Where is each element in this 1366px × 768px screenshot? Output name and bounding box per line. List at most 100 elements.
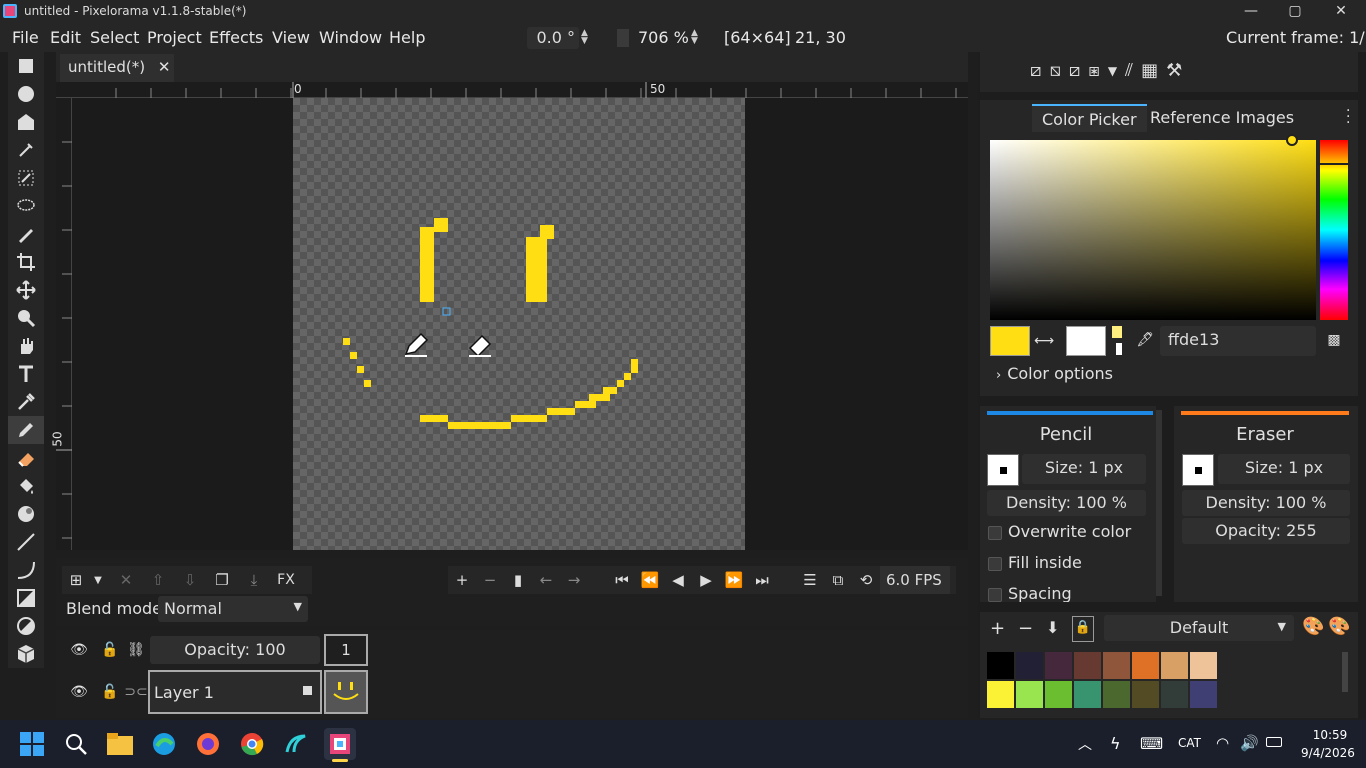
eraser-size-field[interactable]: Size: 1 px [1218, 454, 1350, 484]
remove-palette-icon[interactable]: − [1018, 618, 1033, 639]
saturation-value-picker[interactable] [990, 140, 1316, 320]
menu-effects[interactable]: Effects [209, 28, 263, 47]
lock-icon[interactable]: 🔓 [96, 642, 124, 658]
palette-swatch[interactable] [1074, 681, 1101, 708]
palette-swatch[interactable] [1132, 681, 1159, 708]
zoom-icon[interactable] [8, 304, 44, 332]
palette-select[interactable]: Default ▼ [1104, 615, 1294, 641]
fill-inside-checkbox[interactable] [988, 556, 1002, 571]
bucket-icon[interactable] [8, 472, 44, 500]
blend-mode-select[interactable]: Normal ▼ [158, 596, 308, 622]
text-icon[interactable] [8, 360, 44, 388]
mirror-xy-icon[interactable]: ⧆ [1088, 60, 1099, 81]
pencil-brush-button[interactable] [987, 454, 1019, 486]
menu-view[interactable]: View [272, 28, 310, 47]
layer-fx-button[interactable]: FX [272, 566, 300, 594]
pixelorama-taskbar-icon[interactable] [324, 728, 356, 760]
palette-swatch[interactable] [1103, 652, 1130, 679]
palette-swatch[interactable] [987, 652, 1014, 679]
palette-edit-icon[interactable]: 🎨 [1302, 616, 1324, 637]
isometric-box-icon[interactable] [8, 640, 44, 668]
mirror-diagonal-icon[interactable]: ⧅ [1049, 60, 1060, 81]
hex-input[interactable]: ffde13 [1160, 326, 1316, 356]
zoom-slider-handle[interactable] [617, 29, 629, 47]
close-window-button[interactable]: ✕ [1318, 0, 1364, 24]
language-indicator[interactable]: CAT [1178, 736, 1201, 750]
rectangle-icon[interactable] [8, 584, 44, 612]
palette-swatch[interactable] [1190, 652, 1217, 679]
layer-1-button[interactable]: Layer 1 [148, 670, 322, 714]
menu-window[interactable]: Window [319, 28, 382, 47]
dynamics-icon[interactable]: ⚒ [1166, 60, 1182, 81]
chevron-down-icon[interactable]: ▼ [90, 566, 106, 594]
spacing-option[interactable]: Spacing [988, 584, 1072, 602]
pencil-density-field[interactable]: Density: 100 % [987, 490, 1146, 516]
palette-add-color-icon[interactable]: 🎨 [1328, 616, 1350, 637]
picker-handle[interactable] [1286, 134, 1298, 146]
start-button[interactable] [16, 728, 48, 760]
polygon-select-icon[interactable] [8, 108, 44, 136]
pencil-panel-scrollbar[interactable] [1156, 410, 1162, 596]
tray-app-icon[interactable]: ϟ [1110, 734, 1121, 753]
pencil-size-field[interactable]: Size: 1 px [1022, 454, 1146, 484]
palette-scrollbar[interactable] [1342, 652, 1348, 692]
next-frame-icon[interactable]: ⏩ [720, 566, 748, 594]
rotation-field[interactable]: 0.0 ° [527, 27, 579, 49]
hue-slider[interactable] [1320, 140, 1348, 320]
fps-field[interactable]: 6.0 FPS [880, 566, 950, 594]
remove-layer-icon[interactable]: ✕ [112, 566, 140, 594]
crop-icon[interactable] [8, 248, 44, 276]
edge-icon[interactable] [148, 728, 180, 760]
eyedropper-icon[interactable]: 🖋 [1134, 326, 1156, 356]
mirror-y-icon[interactable]: ⧄ [1069, 60, 1080, 81]
wifi-icon[interactable]: ◠ [1216, 734, 1229, 752]
play-forward-icon[interactable]: ▶ [692, 566, 720, 594]
maximize-button[interactable]: ▢ [1272, 0, 1318, 24]
palette-swatch[interactable] [1016, 652, 1043, 679]
zoom-spin-icon[interactable]: ▲ ▼ [691, 29, 698, 46]
clock-date[interactable]: 9/4/2026 [1296, 746, 1360, 760]
left-color-swatch[interactable] [990, 326, 1030, 356]
swap-colors-icon[interactable]: ⟷ [1034, 333, 1054, 349]
palette-lock-icon[interactable]: 🔒 [1072, 616, 1094, 642]
spacing-checkbox[interactable] [988, 587, 1002, 602]
palette-swatch[interactable] [1132, 652, 1159, 679]
paint-select-icon[interactable] [8, 220, 44, 248]
onion-skin-icon[interactable]: ⧉ [824, 566, 852, 594]
rectangle-select-icon[interactable] [8, 52, 44, 80]
magic-wand-icon[interactable] [8, 164, 44, 192]
overwrite-color-checkbox[interactable] [988, 525, 1002, 540]
color-options-toggle[interactable]: › Color options [996, 364, 1113, 383]
eraser-density-field[interactable]: Density: 100 % [1182, 490, 1350, 516]
firefox-icon[interactable] [192, 728, 224, 760]
more-options-icon[interactable]: · · · [1346, 104, 1350, 130]
color-mode-icon[interactable]: ▩ [1322, 328, 1346, 354]
ellipse-icon[interactable] [8, 612, 44, 640]
curve-icon[interactable] [8, 556, 44, 584]
palette-swatch[interactable] [1016, 681, 1043, 708]
move-layer-down-icon[interactable]: ⇩ [176, 566, 204, 594]
color-picker-icon[interactable] [8, 388, 44, 416]
default-colors-icon[interactable] [1112, 326, 1122, 338]
fill-inside-option[interactable]: Fill inside [988, 553, 1082, 572]
move-frame-right-icon[interactable]: → [560, 566, 588, 594]
menu-project[interactable]: Project [147, 28, 202, 47]
file-explorer-icon[interactable] [104, 728, 136, 760]
eraser-icon[interactable] [8, 444, 44, 472]
mirror-x-icon[interactable]: ⧄ [1030, 60, 1041, 81]
first-frame-icon[interactable]: ⏮ [608, 566, 636, 594]
rotation-spin-icon[interactable]: ▲ ▼ [581, 29, 588, 46]
remove-frame-icon[interactable]: − [476, 566, 504, 594]
alpha-lock-icon[interactable]: ▦ [1141, 60, 1158, 81]
zoom-value[interactable]: 706 % [638, 28, 689, 47]
palette-swatch[interactable] [987, 681, 1014, 708]
eraser-opacity-field[interactable]: Opacity: 255 [1182, 518, 1350, 544]
frame-button-1[interactable]: 1 [324, 634, 368, 666]
clone-frame-icon[interactable]: ▮ [504, 566, 532, 594]
pan-icon[interactable] [8, 332, 44, 360]
search-icon[interactable] [60, 728, 92, 760]
last-frame-icon[interactable]: ⏭ [748, 566, 776, 594]
palette-swatch[interactable] [1103, 681, 1130, 708]
play-backwards-icon[interactable]: ◀ [664, 566, 692, 594]
move-frame-left-icon[interactable]: ← [532, 566, 560, 594]
